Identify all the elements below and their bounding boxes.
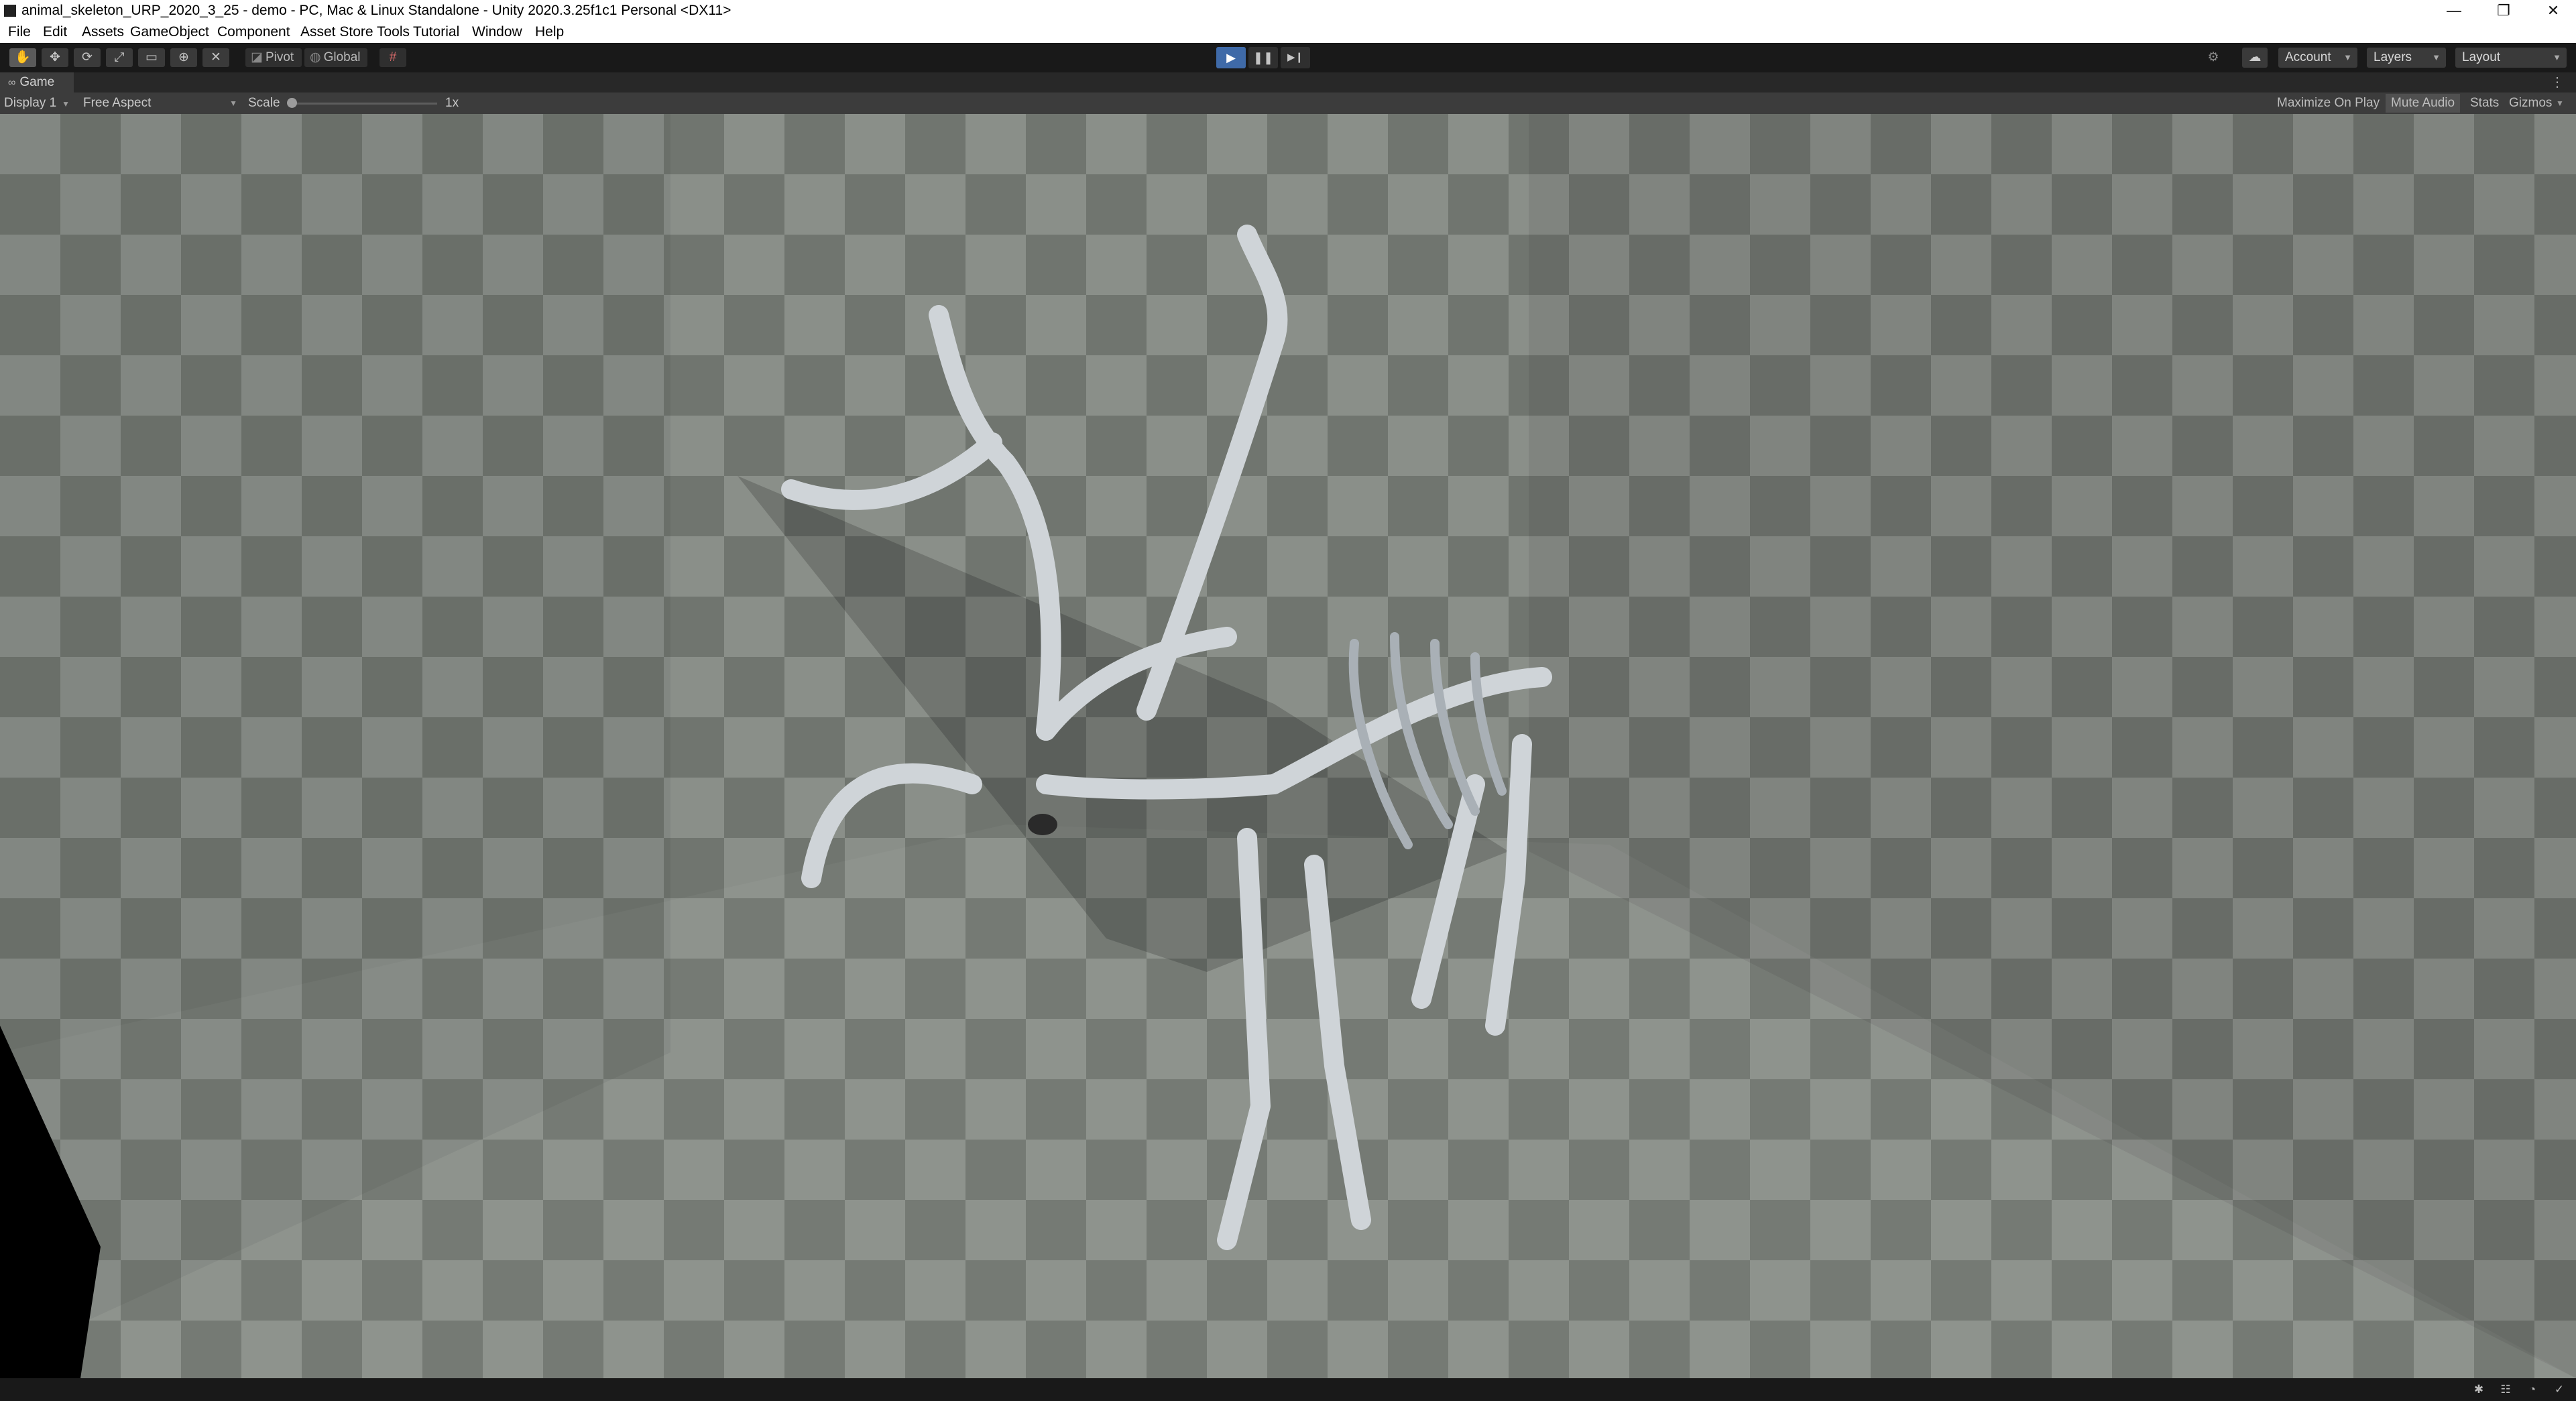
display-dropdown[interactable]: Display 1 ▼ — [4, 94, 70, 113]
menu-asset-store-tools[interactable]: Asset Store Tools — [300, 23, 410, 41]
menu-component[interactable]: Component — [217, 23, 290, 41]
layers-dropdown[interactable]: Layers ▼ — [2367, 48, 2446, 68]
progress-icon[interactable]: ◔ — [2525, 1383, 2540, 1396]
layers-label: Layers — [2374, 50, 2412, 64]
grid-snap-icon[interactable]: # — [379, 48, 406, 67]
scale-slider-track[interactable] — [290, 103, 437, 105]
gamepad-icon: ∞ — [8, 77, 16, 88]
collab-settings-icon[interactable]: ⚙ — [2201, 48, 2226, 68]
menu-help[interactable]: Help — [535, 23, 564, 41]
menu-window[interactable]: Window — [472, 23, 522, 41]
hand-tool-icon[interactable]: ✋ — [9, 48, 36, 67]
tab-game-label: Game — [19, 75, 55, 89]
account-dropdown[interactable]: Account ▼ — [2278, 48, 2357, 68]
layout-dropdown[interactable]: Layout ▼ — [2455, 48, 2567, 68]
menu-assets[interactable]: Assets — [82, 23, 124, 41]
cloud-icon[interactable]: ☁ — [2242, 48, 2268, 68]
transform-tool-icon[interactable]: ⊕ — [170, 48, 197, 67]
chevron-down-icon: ▼ — [2553, 52, 2561, 62]
unity-logo-icon — [4, 5, 16, 17]
tab-game[interactable]: ∞ Game — [0, 72, 74, 93]
display-label: Display 1 — [4, 96, 57, 110]
global-label: Global — [323, 50, 361, 64]
custom-tool-icon[interactable]: ✕ — [202, 48, 229, 67]
pivot-label: Pivot — [265, 50, 294, 64]
play-button[interactable]: ▶ — [1216, 47, 1246, 68]
rotate-tool-icon[interactable]: ⟳ — [74, 48, 101, 67]
account-label: Account — [2285, 50, 2331, 64]
scale-label: Scale — [248, 96, 280, 110]
more-options-icon[interactable]: ⋮ — [2551, 72, 2564, 93]
chevron-down-icon: ▼ — [2343, 52, 2352, 62]
global-icon: ◍ — [310, 50, 321, 64]
scale-tool-icon[interactable]: ⤢ — [106, 48, 133, 67]
global-toggle[interactable]: ◍ Global — [304, 48, 367, 67]
game-viewport[interactable] — [0, 114, 2576, 1378]
menu-tutorial[interactable]: Tutorial — [413, 23, 459, 41]
skull-eye-socket — [1028, 814, 1057, 835]
window-title: animal_skeleton_URP_2020_3_25 - demo - P… — [21, 3, 731, 18]
chevron-down-icon: ▼ — [62, 99, 70, 109]
chevron-down-icon: ▼ — [229, 99, 237, 108]
main-toolbar: ✋ ✥ ⟳ ⤢ ▭ ⊕ ✕ ◪ Pivot ◍ Global # ▶ ❚❚ ▶❙ ⚙… — [0, 43, 2576, 72]
mute-audio-toggle[interactable]: Mute Audio — [2386, 94, 2461, 113]
left-antler-tine — [781, 432, 1002, 510]
menu-bar: File Edit Assets GameObject Component As… — [0, 21, 2576, 44]
rect-tool-icon[interactable]: ▭ — [138, 48, 165, 67]
aspect-dropdown[interactable]: Free Aspect ▼ — [83, 94, 237, 113]
spine-neck — [1036, 774, 1284, 800]
pivot-icon: ◪ — [251, 50, 263, 64]
stats-toggle[interactable]: Stats — [2465, 94, 2504, 113]
layout-label: Layout — [2462, 50, 2501, 64]
move-tool-icon[interactable]: ✥ — [42, 48, 68, 67]
maximize-button[interactable]: ❐ — [2485, 0, 2522, 21]
tab-bar: ∞ Game ⋮ — [0, 72, 2576, 93]
chevron-down-icon: ▼ — [2432, 52, 2441, 62]
menu-file[interactable]: File — [8, 23, 31, 41]
menu-gameobject[interactable]: GameObject — [130, 23, 209, 41]
game-view-toolbar: Display 1 ▼ Free Aspect ▼ Scale 1x Maximiz… — [0, 93, 2576, 114]
aspect-label: Free Aspect — [83, 96, 152, 110]
scale-value: 1x — [445, 96, 459, 110]
check-icon[interactable]: ✓ — [2552, 1383, 2567, 1396]
status-bar: ✱ ☷ ◔ ✓ — [0, 1378, 2576, 1401]
pause-button[interactable]: ❚❚ — [1248, 47, 1278, 68]
gizmos-toggle[interactable]: Gizmos — [2504, 94, 2557, 113]
chevron-down-icon[interactable]: ▼ — [2556, 94, 2564, 113]
window-title-bar: animal_skeleton_URP_2020_3_25 - demo - P… — [0, 0, 2576, 21]
pivot-toggle[interactable]: ◪ Pivot — [245, 48, 302, 67]
menu-edit[interactable]: Edit — [43, 23, 67, 41]
scale-slider-handle[interactable] — [287, 98, 297, 108]
step-button[interactable]: ▶❙ — [1281, 47, 1310, 68]
maximize-on-play-toggle[interactable]: Maximize On Play — [2272, 94, 2385, 113]
bug-icon[interactable]: ✱ — [2471, 1383, 2486, 1396]
minimize-button[interactable]: — — [2435, 0, 2473, 21]
scene-render — [0, 114, 2576, 1378]
close-button[interactable]: ✕ — [2534, 0, 2572, 21]
collab-status-icon[interactable]: ☷ — [2498, 1383, 2513, 1396]
